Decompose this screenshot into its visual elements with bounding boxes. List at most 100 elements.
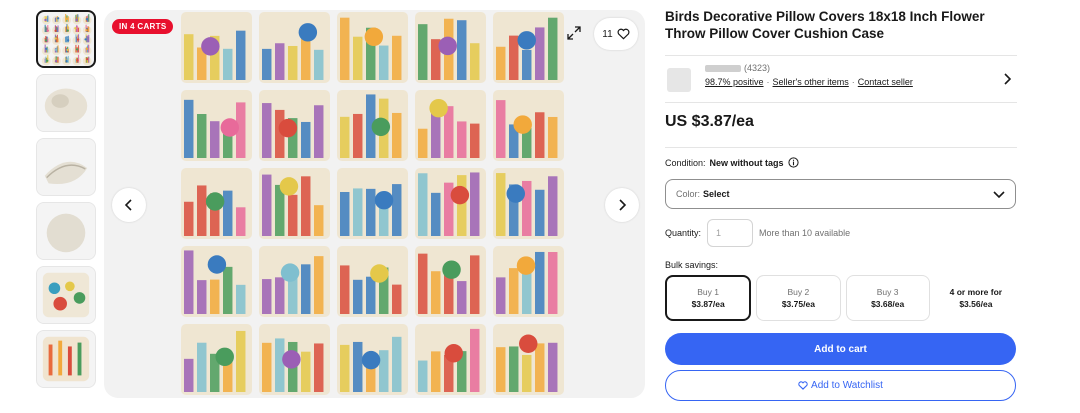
pillow-cover [62, 46, 72, 56]
chevron-left-icon [124, 199, 132, 211]
pillow-cover [82, 14, 92, 25]
pillow-cover [41, 55, 51, 66]
seller-name-redacted [705, 64, 741, 72]
pillow-cover [181, 90, 252, 161]
item-details-panel: Birds Decorative Pillow Covers 18x18 Inc… [665, 9, 1017, 401]
pillow-cover [72, 14, 82, 25]
pillow-cover [181, 12, 252, 83]
pillow-cover [62, 24, 72, 35]
chevron-right-icon[interactable] [1003, 73, 1011, 85]
add-to-cart-button[interactable]: Add to cart [665, 333, 1016, 365]
pillow-cover [337, 324, 408, 395]
pillow-cover [52, 45, 61, 56]
thumbnail-back[interactable] [36, 202, 96, 260]
contact-seller-link[interactable]: Contact seller [858, 77, 913, 87]
pillow-cover [41, 15, 51, 25]
pillow-cover [337, 12, 408, 83]
main-product-image[interactable]: IN 4 CARTS 11 [104, 10, 645, 398]
bulk-option-price: $3.56/ea [959, 299, 993, 309]
thumbnail-collage[interactable] [36, 10, 96, 68]
seller-positive-link[interactable]: 98.7% positive [705, 77, 764, 87]
pillow-cover [259, 168, 330, 239]
pillow-cover [415, 90, 486, 161]
pillow-cover [493, 12, 564, 83]
in-carts-badge: IN 4 CARTS [112, 19, 174, 34]
seller-avatar [667, 68, 691, 92]
pillow-cover [82, 24, 92, 35]
pillow-cover [493, 324, 564, 395]
thumbnail-birds[interactable] [36, 266, 96, 324]
bulk-option-buy-3[interactable]: Buy 3 $3.68/ea [845, 275, 930, 321]
pillow-cover [181, 324, 252, 395]
bulk-option-price: $3.75/ea [781, 299, 815, 309]
pillow-cover [62, 14, 72, 25]
chevron-right-icon [619, 199, 627, 211]
separator: · [766, 77, 770, 87]
pillow-cover [259, 324, 330, 395]
add-to-watchlist-button[interactable]: Add to Watchlist [665, 370, 1016, 401]
next-image-button[interactable] [605, 188, 639, 222]
pillow-cover [415, 324, 486, 395]
product-price: US $3.87/ea [665, 113, 754, 130]
quantity-input[interactable]: 1 [707, 219, 754, 247]
divider [665, 147, 1017, 148]
pillow-cover [52, 15, 61, 25]
pillow-cover [259, 90, 330, 161]
pillow-cover [415, 168, 486, 239]
quantity-available: More than 10 available [759, 228, 851, 238]
pillow-cover [41, 24, 51, 35]
chevron-down-icon [993, 191, 1005, 199]
separator: · [851, 77, 855, 87]
pillow-cover [337, 168, 408, 239]
pillow-birds-icon [37, 267, 95, 323]
pillow-cover [259, 246, 330, 317]
pillow-cover [62, 35, 72, 46]
add-to-watchlist-label: Add to Watchlist [811, 380, 883, 391]
thumbnail-zipper[interactable] [36, 138, 96, 196]
quantity-row: Quantity: 1 More than 10 available [665, 219, 850, 247]
bulk-option-price: $3.68/ea [871, 299, 905, 309]
thumbnail-flowers[interactable] [36, 330, 96, 388]
pillow-cover [82, 44, 92, 56]
pillow-cover [72, 54, 82, 66]
pillow-cover [259, 12, 330, 83]
seller-feedback-count: (4323) [744, 63, 771, 73]
pillow-cover [181, 246, 252, 317]
watch-count: 11 [602, 28, 613, 40]
pillow-cover [415, 12, 486, 83]
condition-row: Condition: New without tags [665, 157, 799, 168]
pillow-cover [181, 168, 252, 239]
seller-info-row[interactable]: (4323) 98.7% positive · Seller's other i… [665, 55, 1017, 103]
heart-icon [798, 381, 808, 390]
pillow-closeup-icon [37, 75, 95, 131]
bulk-option-qty: Buy 2 [787, 287, 810, 297]
pillow-back-icon [37, 203, 95, 259]
bulk-option-qty: Buy 3 [876, 287, 899, 297]
pillow-cover [493, 90, 564, 161]
seller-other-items-link[interactable]: Seller's other items [773, 77, 849, 87]
thumbnail-closeup[interactable] [36, 74, 96, 132]
color-select[interactable]: Color: Select [665, 179, 1016, 209]
bulk-option-buy-1[interactable]: Buy 1 $3.87/ea [665, 275, 752, 321]
bulk-savings-label: Bulk savings: [665, 260, 719, 270]
bulk-option-buy-2[interactable]: Buy 2 $3.75/ea [756, 275, 841, 321]
pillow-cover [41, 44, 51, 56]
bulk-savings-options: Buy 1 $3.87/ea Buy 2 $3.75/ea Buy 3 $3.6… [665, 275, 1017, 321]
seller-name[interactable]: (4323) [705, 63, 770, 73]
previous-image-button[interactable] [112, 188, 146, 222]
pillow-collage-icon [41, 14, 92, 66]
pillow-cover [72, 25, 82, 35]
pillow-cover [41, 35, 51, 46]
expand-button[interactable] [559, 18, 589, 48]
pillow-cover [337, 90, 408, 161]
pillow-cover [493, 246, 564, 317]
pillow-cover [415, 246, 486, 317]
quantity-label: Quantity: [665, 228, 702, 238]
image-watch-button[interactable]: 11 [594, 18, 638, 50]
bulk-option-qty: 4 or more for [949, 287, 1003, 297]
bulk-option-qty: Buy 1 [697, 287, 719, 297]
pillow-cover [52, 34, 61, 46]
info-icon[interactable] [787, 157, 799, 168]
bulk-option-buy-4-plus[interactable]: 4 or more for $3.56/ea [935, 275, 1017, 321]
pillow-cover [82, 56, 92, 66]
